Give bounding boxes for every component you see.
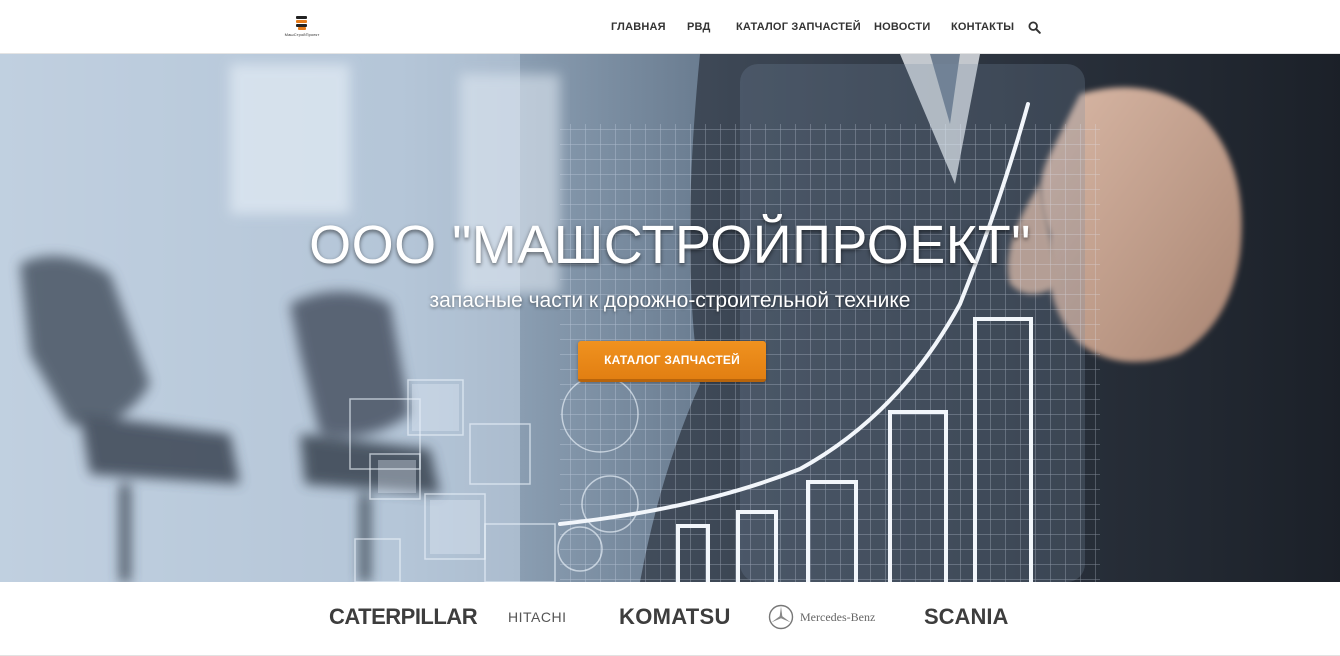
hero-subtitle: запасные части к дорожно-строительной те… (429, 289, 911, 312)
hero-background-image (0, 54, 1340, 582)
brand-logo-caterpillar[interactable]: CATERPILLAR (329, 602, 478, 632)
logo-text: МашСтройПроект (284, 32, 320, 37)
nav-item-news[interactable]: НОВОСТИ (874, 21, 930, 33)
hero-title: ООО "МАШСТРОЙПРОЕКТ" (309, 215, 1031, 275)
brand-logo-scania[interactable]: SCANIA (924, 602, 1008, 632)
brand-logo-komatsu[interactable]: KOMATSU (619, 602, 731, 632)
site-header: МашСтройПроект ГЛАВНАЯ РВД КАТАЛОГ ЗАПЧА… (0, 0, 1340, 54)
hero-banner: ООО "МАШСТРОЙПРОЕКТ" запасные части к до… (0, 54, 1340, 582)
nav-item-home[interactable]: ГЛАВНАЯ (611, 21, 666, 33)
brand-logo-hitachi[interactable]: HITACHI (508, 602, 566, 632)
brand-logos-strip: CATERPILLAR HITACHI KOMATSU Mercedes-Ben… (0, 582, 1340, 656)
brand-logo-mercedes-benz-text: Mercedes-Benz (800, 609, 876, 624)
company-logo[interactable]: МашСтройПроект (282, 16, 322, 40)
nav-item-rvd[interactable]: РВД (687, 21, 711, 33)
parts-catalog-button[interactable]: КАТАЛОГ ЗАПЧАСТЕЙ (578, 341, 766, 382)
logo-mark-icon (295, 16, 309, 30)
brand-logo-mercedes-benz[interactable]: Mercedes-Benz (768, 602, 875, 632)
nav-item-parts-catalog[interactable]: КАТАЛОГ ЗАПЧАСТЕЙ (736, 21, 861, 33)
mercedes-star-icon (768, 604, 794, 630)
search-icon[interactable] (1028, 21, 1041, 34)
nav-item-contacts[interactable]: КОНТАКТЫ (951, 21, 1014, 33)
